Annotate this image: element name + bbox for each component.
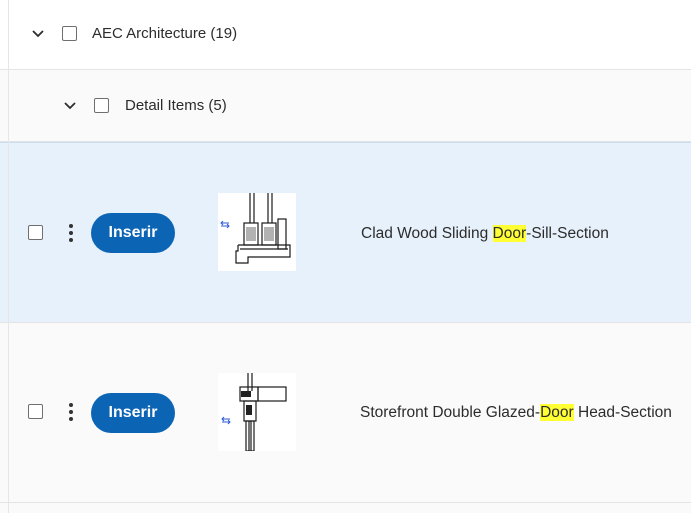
item-name: Storefront Double Glazed-Door Head-Secti…	[360, 404, 672, 421]
group-name: AEC Architecture	[92, 25, 207, 42]
group-count: (19)	[210, 25, 238, 42]
item-name: Clad Wood Sliding Door-Sill-Section	[361, 225, 609, 242]
sill-section-thumbnail	[218, 193, 296, 271]
more-options-icon[interactable]	[68, 224, 74, 242]
item-checkbox[interactable]	[28, 225, 43, 240]
family-browser-list: AEC Architecture (19) Detail Items (5) I…	[0, 0, 691, 513]
list-item[interactable]: Inserir	[0, 323, 691, 503]
search-highlight: Door	[540, 404, 574, 421]
head-section-thumbnail	[218, 373, 296, 451]
list-item[interactable]: Inserir	[0, 142, 691, 323]
subgroup-count: (5)	[208, 97, 227, 114]
search-highlight: Door	[492, 225, 527, 242]
chevron-down-icon[interactable]	[31, 27, 45, 41]
group-checkbox[interactable]	[62, 26, 77, 41]
item-checkbox[interactable]	[28, 404, 43, 419]
list-footer-space	[0, 503, 691, 513]
group-row-detail-items[interactable]: Detail Items (5)	[0, 70, 691, 142]
group-row-aec-architecture[interactable]: AEC Architecture (19)	[0, 0, 691, 70]
group-label: AEC Architecture (19)	[92, 25, 237, 42]
subgroup-name: Detail Items	[125, 97, 205, 114]
more-options-icon[interactable]	[68, 403, 74, 421]
subgroup-label: Detail Items (5)	[125, 97, 227, 114]
insert-button[interactable]: Inserir	[91, 213, 175, 253]
insert-button[interactable]: Inserir	[91, 393, 175, 433]
subgroup-checkbox[interactable]	[94, 98, 109, 113]
left-divider	[8, 0, 9, 513]
chevron-down-icon[interactable]	[63, 99, 77, 113]
